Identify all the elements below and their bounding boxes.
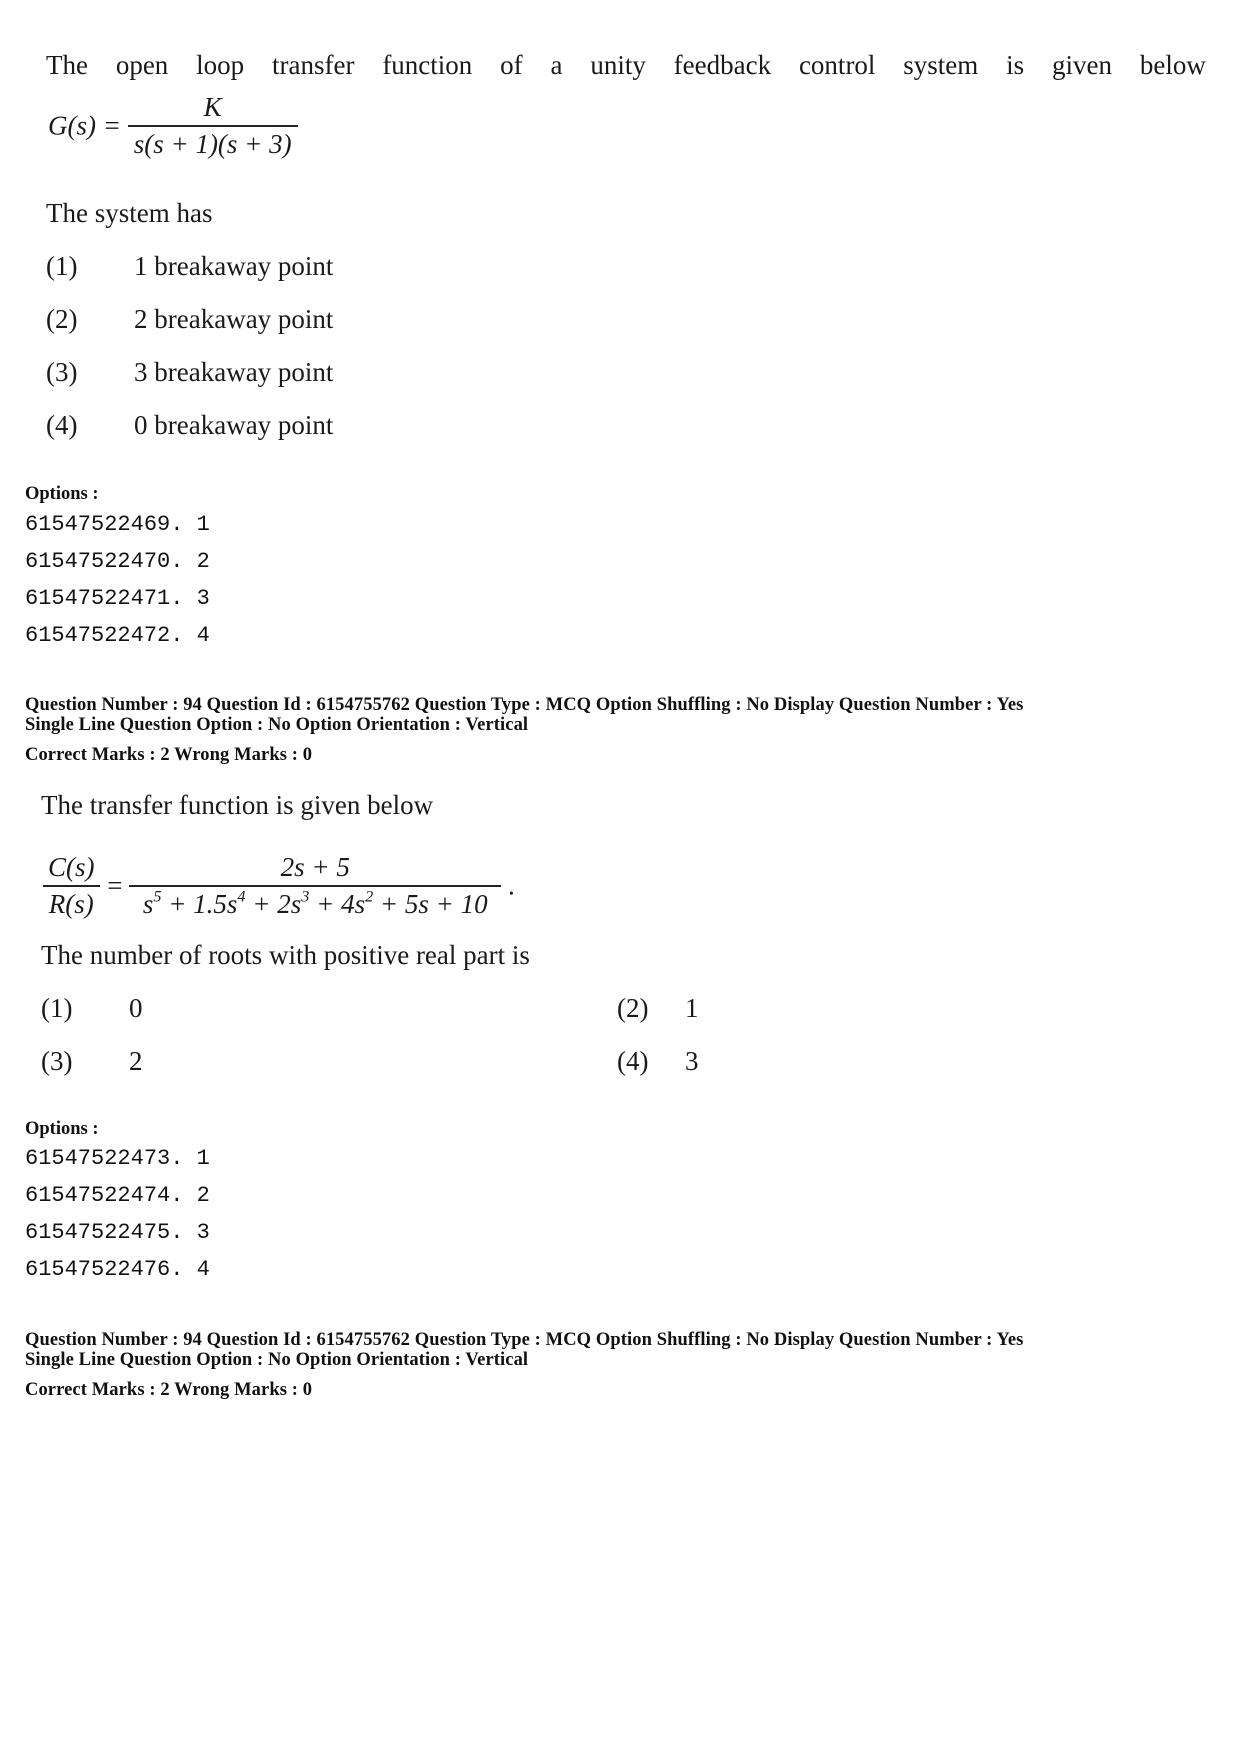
stem-word: is [1006, 50, 1025, 80]
choice-item: (2) 1 [617, 993, 699, 1024]
equation-lhs-fraction: C(s) R(s) [42, 852, 101, 920]
choice-label: (4) [46, 410, 78, 440]
option-id: 61547522469. 1 [25, 512, 210, 537]
choice-item: (3) 3 breakaway point [46, 357, 333, 388]
choice-text: 1 [685, 993, 699, 1023]
choice-item: (1) 0 [41, 993, 143, 1024]
options-heading: Options : [25, 484, 99, 504]
choice-text: 3 breakaway point [134, 357, 334, 387]
choice-label: (1) [41, 993, 73, 1023]
choice-text: 1 breakaway point [134, 251, 334, 281]
stem-word: unity [590, 50, 646, 80]
question-metadata-line: Question Number : 94 Question Id : 61547… [25, 695, 1024, 715]
equation-fraction: 2s + 5 s5 + 1.5s4 + 2s3 + 4s2 + 5s + 10 [129, 852, 502, 920]
denominator-term: s [142, 889, 154, 919]
question-metadata-line: Single Line Question Option : No Option … [25, 1350, 529, 1370]
choice-label: (2) [46, 304, 78, 334]
question-2-stem: The transfer function is given below [41, 790, 434, 820]
stem-word: of [500, 50, 523, 80]
stem-word: function [382, 50, 473, 80]
question-2-equation: C(s) R(s) = 2s + 5 s5 + 1.5s4 + 2s3 + 4s… [42, 852, 515, 920]
stem-word: loop [196, 50, 245, 80]
choice-text: 3 [685, 1046, 699, 1076]
equation-fraction: K s(s + 1)(s + 3) [127, 92, 298, 160]
denominator-exponent: 4 [237, 887, 246, 906]
question-metadata-line: Question Number : 94 Question Id : 61547… [25, 1330, 1024, 1350]
option-id: 61547522474. 2 [25, 1183, 210, 1208]
choice-text: 0 [129, 993, 143, 1023]
equation-denominator: s5 + 1.5s4 + 2s3 + 4s2 + 5s + 10 [129, 885, 502, 920]
stem-word: a [550, 50, 563, 80]
options-heading: Options : [25, 1119, 99, 1139]
denominator-term: + 2s [245, 889, 302, 919]
equation-numerator: K [203, 92, 222, 122]
stem-word: system [903, 50, 979, 80]
choice-item: (4) 3 [617, 1046, 699, 1077]
question-1-prompt: The system has [46, 198, 213, 228]
question-1-stem: The open loop transfer function of a uni… [46, 50, 1206, 81]
stem-word: control [798, 50, 876, 80]
equation-numerator: 2s + 5 [280, 852, 350, 882]
question-metadata-line: Single Line Question Option : No Option … [25, 715, 529, 735]
stem-word: below [1139, 50, 1206, 80]
option-id: 61547522476. 4 [25, 1257, 210, 1282]
denominator-exponent: 2 [365, 887, 374, 906]
option-id: 61547522470. 2 [25, 549, 210, 574]
choice-label: (3) [41, 1046, 73, 1076]
question-1-equation: G(s) = K s(s + 1)(s + 3) [48, 92, 298, 160]
choice-item: (3) 2 [41, 1046, 143, 1077]
choice-label: (1) [46, 251, 78, 281]
equation-lhs-denominator: R(s) [42, 885, 100, 920]
stem-word: open [115, 50, 169, 80]
stem-word: The [46, 50, 88, 80]
denominator-term: + 4s [309, 889, 366, 919]
choice-item: (1) 1 breakaway point [46, 251, 333, 282]
option-id: 61547522472. 4 [25, 623, 210, 648]
choice-item: (2) 2 breakaway point [46, 304, 333, 335]
stem-word: transfer [272, 50, 355, 80]
choice-label: (2) [617, 993, 649, 1023]
stem-word: given [1052, 50, 1112, 80]
denominator-term: + 5s + 10 [373, 889, 488, 919]
equation-lhs: G(s) = [48, 110, 121, 141]
equation-denominator: s(s + 1)(s + 3) [127, 125, 298, 160]
choice-item: (4) 0 breakaway point [46, 410, 333, 441]
stem-word: feedback [673, 50, 772, 80]
choice-label: (4) [617, 1046, 649, 1076]
choice-label: (3) [46, 357, 78, 387]
choice-text: 2 breakaway point [134, 304, 334, 334]
equation-trailing-period: . [507, 870, 515, 901]
option-id: 61547522471. 3 [25, 586, 210, 611]
denominator-term: + 1.5s [161, 889, 238, 919]
choice-text: 0 breakaway point [134, 410, 334, 440]
option-id: 61547522475. 3 [25, 1220, 210, 1245]
equation-equals: = [107, 870, 123, 901]
equation-lhs-numerator: C(s) [48, 852, 95, 882]
marks-line: Correct Marks : 2 Wrong Marks : 0 [25, 745, 313, 765]
question-2-prompt: The number of roots with positive real p… [41, 940, 530, 970]
marks-line: Correct Marks : 2 Wrong Marks : 0 [25, 1380, 313, 1400]
choice-text: 2 [129, 1046, 143, 1076]
option-id: 61547522473. 1 [25, 1146, 210, 1171]
